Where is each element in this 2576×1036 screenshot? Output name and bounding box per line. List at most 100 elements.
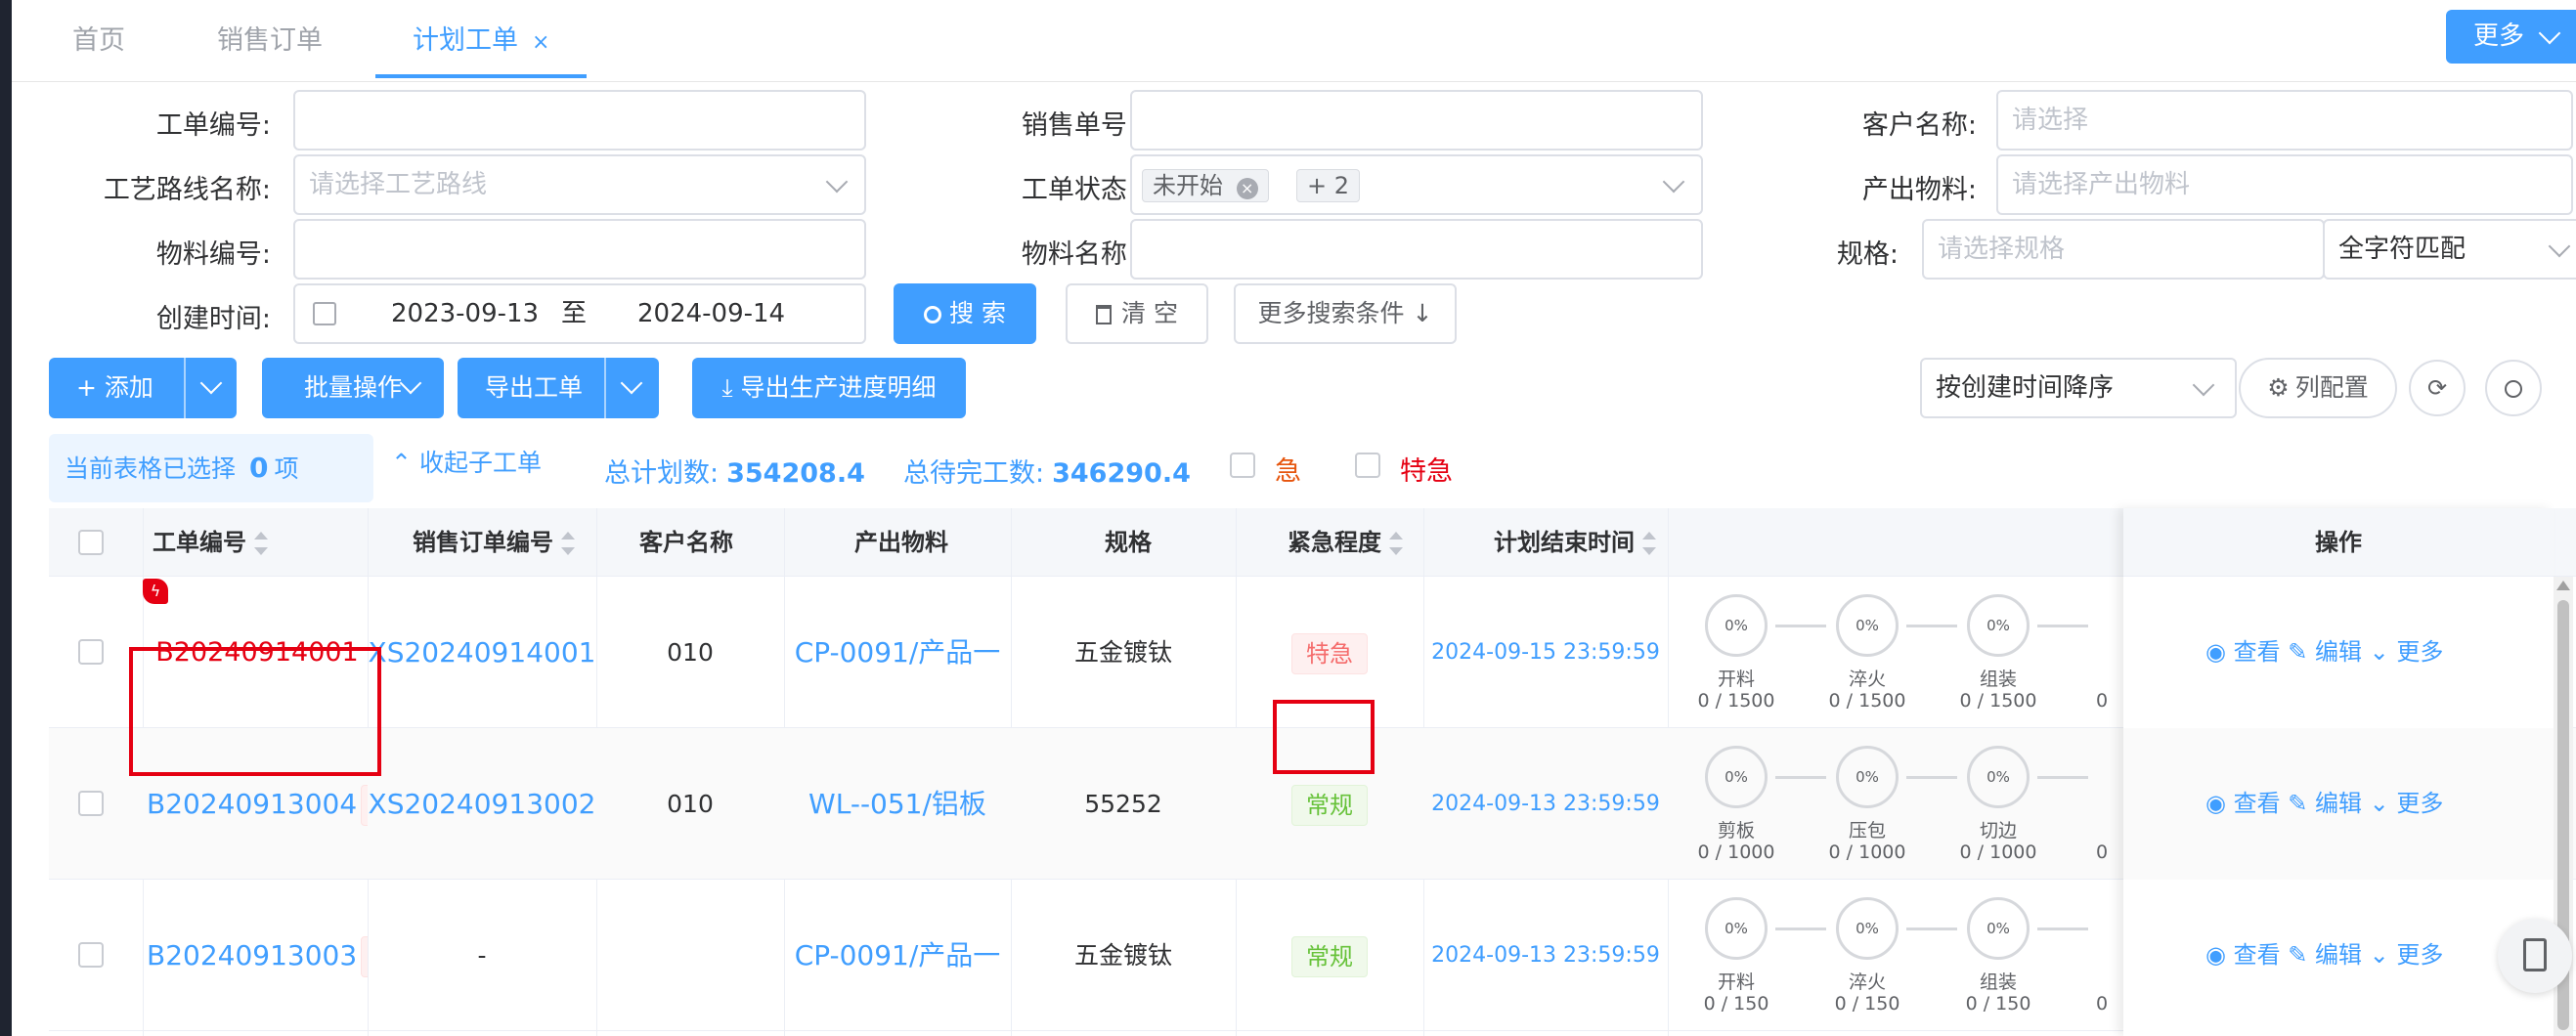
- document-float-button[interactable]: [2498, 919, 2572, 993]
- sales-no-label: 销售单号:: [1021, 110, 1136, 141]
- collapse-subtasks-link[interactable]: ⌃ 收起子工单: [391, 444, 542, 479]
- step-qty: 0 / 150: [1834, 993, 1900, 1014]
- search-button-label: 搜 索: [949, 299, 1006, 327]
- tab-close-icon[interactable]: ×: [532, 30, 549, 55]
- spec-select[interactable]: 请选择规格: [1922, 219, 2325, 280]
- col-work-no[interactable]: 工单编号: [143, 508, 276, 577]
- more-tabs-button[interactable]: 更多: [2446, 10, 2576, 64]
- column-config-button[interactable]: ⚙ 列配置: [2239, 358, 2397, 418]
- search-button[interactable]: 搜 索: [894, 283, 1036, 344]
- urgent-checkbox[interactable]: [1230, 453, 1255, 478]
- match-mode-value: 全字符匹配: [2338, 235, 2467, 264]
- match-mode-select[interactable]: 全字符匹配: [2323, 219, 2576, 280]
- customer-name: 010: [667, 790, 714, 818]
- progress-step: 0%: [1705, 594, 1768, 657]
- tab-plan-work-order-label: 计划工单: [413, 25, 518, 56]
- customer-label: 客户名称:: [1861, 110, 1977, 141]
- view-link[interactable]: 查看: [2234, 638, 2281, 666]
- refresh-button[interactable]: ⟳: [2409, 360, 2466, 416]
- view-link[interactable]: 查看: [2234, 790, 2281, 817]
- sort-icon[interactable]: [561, 532, 575, 555]
- progress-step: 0%: [1967, 897, 2030, 960]
- sort-icon[interactable]: [1642, 532, 1656, 555]
- sales-no: -: [477, 941, 487, 970]
- work-no-link[interactable]: B20240913003: [147, 939, 357, 971]
- tab-home[interactable]: 首页: [72, 0, 125, 78]
- material-no-input[interactable]: [293, 219, 866, 280]
- work-order-no-input[interactable]: [293, 90, 866, 151]
- material-link[interactable]: WL--051/铝板: [784, 728, 1011, 880]
- chevron-down-icon[interactable]: [199, 371, 223, 395]
- step-qty-overflow: 0: [2095, 993, 2109, 1014]
- total-pending-value: 346290.4: [1052, 458, 1191, 489]
- created-date-range[interactable]: 2023-09-13 至 2024-09-14: [293, 283, 866, 344]
- row-checkbox[interactable]: [78, 942, 104, 968]
- row-checkbox[interactable]: [78, 791, 104, 816]
- search-toggle-button[interactable]: [2485, 360, 2542, 416]
- row-checkbox[interactable]: [78, 639, 104, 665]
- more-actions-link[interactable]: 更多: [2396, 941, 2443, 969]
- step-qty: 0 / 150: [1965, 993, 2031, 1014]
- step-connector: [2037, 625, 2088, 627]
- step-connector: [2037, 776, 2088, 779]
- route-select[interactable]: 请选择工艺路线: [293, 154, 866, 215]
- end-time: 2024-09-13 23:59:59: [1431, 792, 1660, 816]
- start-date[interactable]: 2023-09-13: [391, 285, 539, 342]
- sort-select[interactable]: 按创建时间降序: [1920, 358, 2237, 418]
- col-end-time[interactable]: 计划结束时间: [1437, 508, 1711, 577]
- very-urgent-checkbox[interactable]: [1355, 453, 1380, 478]
- column-config-label: 列配置: [2294, 373, 2369, 402]
- view-link[interactable]: 查看: [2234, 941, 2281, 969]
- edit-link[interactable]: 编辑: [2315, 941, 2362, 969]
- status-select[interactable]: 未开始 × + 2: [1130, 154, 1703, 215]
- select-all-checkbox[interactable]: [78, 530, 104, 555]
- work-no-link[interactable]: B20240913004: [147, 788, 357, 820]
- customer-name: [596, 880, 784, 1031]
- more-actions-link[interactable]: 更多: [2396, 790, 2443, 817]
- sales-no-link[interactable]: XS20240913002: [368, 728, 596, 880]
- pencil-icon: ✎: [2288, 790, 2308, 817]
- chevron-down-icon[interactable]: [620, 371, 643, 395]
- sort-icon[interactable]: [1389, 532, 1403, 555]
- gear-icon: ⚙: [2267, 373, 2290, 402]
- tab-plan-work-order[interactable]: 计划工单 ×: [375, 0, 588, 78]
- customer-select[interactable]: 请选择: [1996, 90, 2573, 151]
- col-sales-no[interactable]: 销售订单编号: [370, 508, 616, 577]
- material-name-input[interactable]: [1130, 219, 1703, 280]
- end-date[interactable]: 2024-09-14: [637, 285, 785, 342]
- very-urgent-label: 特急: [1400, 456, 1453, 487]
- add-button[interactable]: + 添加: [49, 358, 237, 418]
- button-divider: [604, 358, 606, 418]
- col-customer: 客户名称: [598, 508, 774, 577]
- output-material-select[interactable]: 请选择产出物料: [1996, 154, 2573, 215]
- export-progress-button[interactable]: ⤓ 导出生产进度明细: [692, 358, 966, 418]
- sales-no-link[interactable]: XS20240914001: [368, 577, 596, 728]
- step-name: 开料: [1717, 971, 1755, 993]
- edit-link[interactable]: 编辑: [2315, 638, 2362, 666]
- scroll-up-icon[interactable]: [2556, 581, 2570, 590]
- urgency-badge: 常规: [1291, 785, 1368, 826]
- export-work-order-button[interactable]: 导出工单: [458, 358, 659, 418]
- chevron-down-icon: [2548, 235, 2571, 258]
- batch-ops-button[interactable]: 批量操作: [262, 358, 444, 418]
- chevron-down-icon: [399, 371, 422, 395]
- more-actions-link[interactable]: 更多: [2396, 638, 2443, 666]
- more-conditions-label: 更多搜索条件 ↓: [1257, 299, 1433, 327]
- material-link[interactable]: CP-0091/产品一: [784, 880, 1011, 1031]
- row-actions: ◉ 查看 ✎ 编辑 ⌄ 更多: [2123, 728, 2554, 880]
- row-actions: ◉ 查看 ✎ 编辑 ⌄ 更多: [2205, 880, 2443, 1031]
- more-conditions-button[interactable]: 更多搜索条件 ↓: [1234, 283, 1457, 344]
- col-operations: 操作: [2123, 508, 2554, 577]
- chip-close-icon[interactable]: ×: [1236, 178, 1258, 199]
- material-link[interactable]: CP-0091/产品一: [784, 577, 1011, 728]
- col-spec: 规格: [1021, 508, 1236, 577]
- col-urgency[interactable]: 紧急程度: [1242, 508, 1447, 577]
- sales-no-input[interactable]: [1130, 90, 1703, 151]
- progress-step: 0%: [1705, 746, 1768, 808]
- end-time: 2024-09-15 23:59:59: [1431, 640, 1660, 665]
- edit-link[interactable]: 编辑: [2315, 790, 2362, 817]
- urgency-cell: 常规: [1236, 880, 1423, 1031]
- tab-sales-order[interactable]: 销售订单: [217, 0, 323, 78]
- clear-button[interactable]: 清 空: [1066, 283, 1208, 344]
- sort-icon[interactable]: [254, 532, 268, 555]
